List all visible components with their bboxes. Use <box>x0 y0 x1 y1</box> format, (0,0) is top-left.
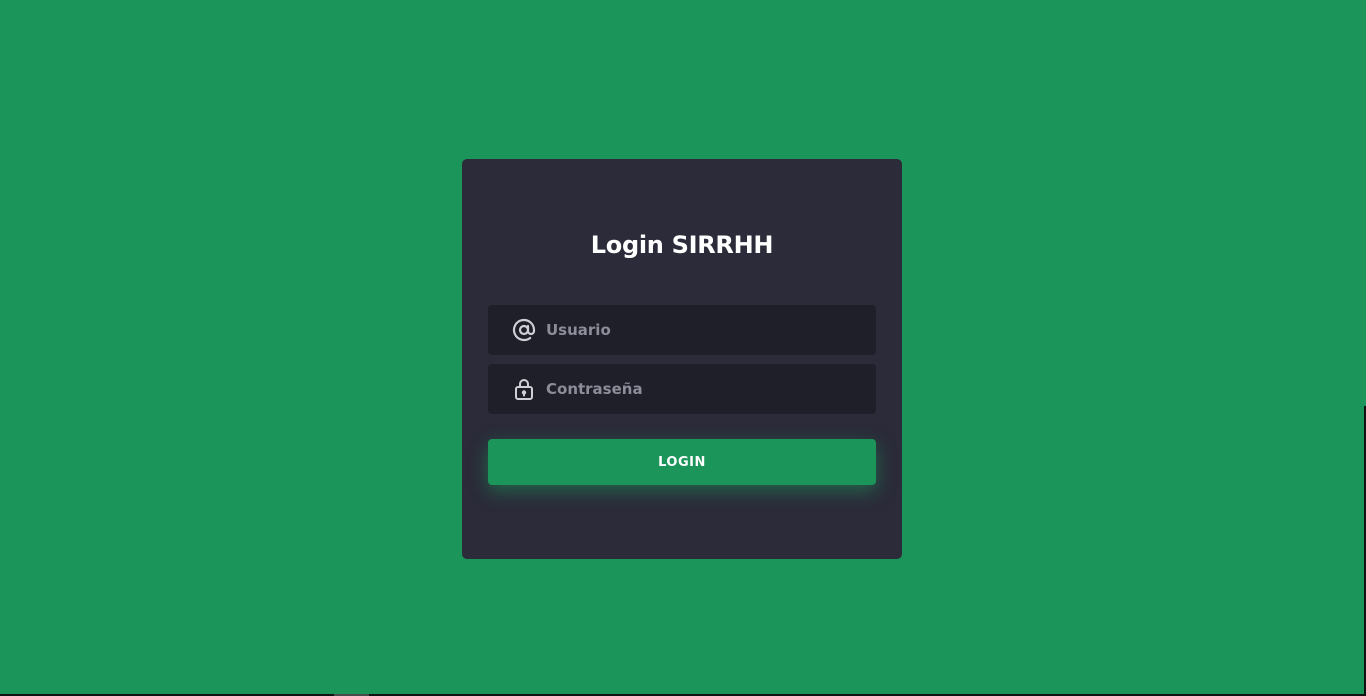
at-sign-icon <box>512 318 536 342</box>
password-field[interactable] <box>488 364 876 414</box>
login-card: Login SIRRHH LOGIN <box>462 159 902 559</box>
lock-icon <box>512 377 536 401</box>
password-input[interactable] <box>546 364 866 414</box>
username-field[interactable] <box>488 305 876 355</box>
login-title: Login SIRRHH <box>590 231 774 259</box>
login-button[interactable]: LOGIN <box>488 439 876 485</box>
username-input[interactable] <box>546 305 866 355</box>
